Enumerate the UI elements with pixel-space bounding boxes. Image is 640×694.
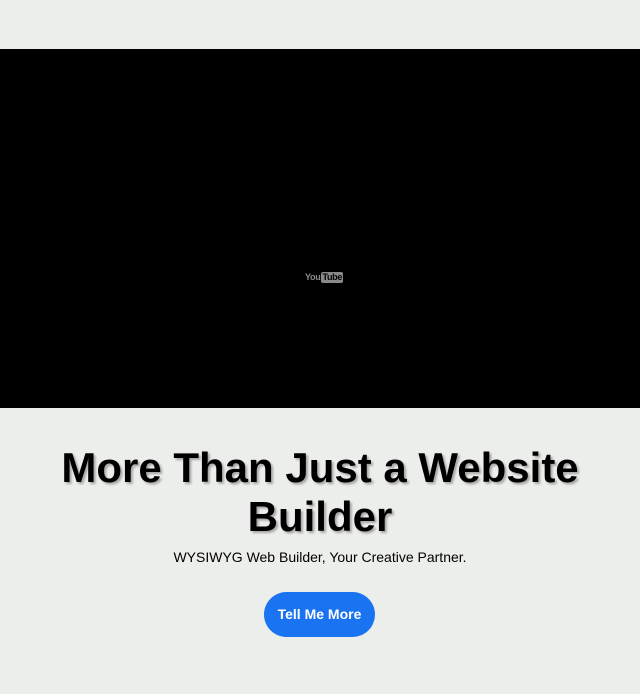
hero-title: More Than Just a Website Builder [61, 444, 579, 540]
video-embed[interactable]: You Tube [0, 49, 640, 408]
hero-subtitle: WYSIWYG Web Builder, Your Creative Partn… [173, 549, 467, 565]
tell-me-more-button[interactable]: Tell Me More [264, 592, 375, 637]
youtube-logo-icon[interactable]: You Tube [305, 272, 344, 283]
youtube-logo-tube: Tube [321, 272, 344, 283]
youtube-logo-you: You [305, 272, 321, 282]
